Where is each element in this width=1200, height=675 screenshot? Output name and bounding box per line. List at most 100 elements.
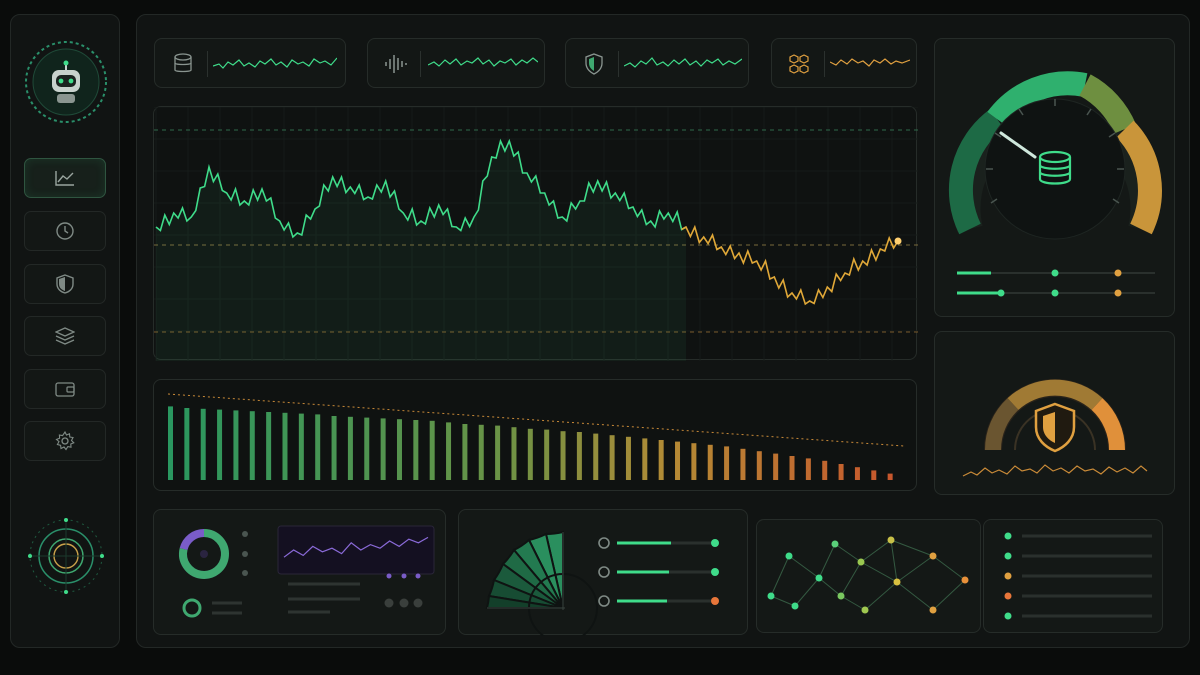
metric-chip-security[interactable] — [565, 38, 749, 88]
bar[interactable] — [380, 418, 386, 480]
bar[interactable] — [691, 443, 697, 480]
progress-list — [598, 537, 719, 607]
bar[interactable] — [675, 441, 681, 480]
shield-icon — [56, 274, 74, 294]
bar[interactable] — [266, 412, 272, 480]
bar[interactable] — [495, 425, 501, 480]
legend-list-panel[interactable] — [983, 519, 1163, 633]
progress-widgets — [485, 530, 719, 636]
bar-chart-panel[interactable] — [153, 379, 917, 491]
legend-dot — [1004, 552, 1012, 560]
legend-dot — [1004, 532, 1012, 540]
bar[interactable] — [609, 435, 615, 480]
data-point-latest[interactable] — [894, 237, 902, 245]
bar[interactable] — [658, 440, 664, 480]
bar[interactable] — [217, 409, 223, 480]
nav-settings[interactable] — [24, 421, 106, 461]
radar-widget[interactable] — [26, 516, 106, 596]
bar[interactable] — [593, 433, 599, 480]
bar[interactable] — [331, 416, 337, 480]
summary-panel[interactable] — [153, 509, 446, 635]
main-line-chart[interactable] — [153, 106, 918, 361]
bar[interactable] — [396, 419, 402, 480]
bar[interactable] — [429, 420, 435, 480]
bar[interactable] — [511, 427, 517, 480]
bar[interactable] — [887, 473, 893, 480]
bar[interactable] — [789, 456, 795, 480]
chip-divider — [824, 51, 825, 77]
layers-icon — [55, 327, 75, 345]
chip-divider — [420, 51, 421, 77]
sparkline — [213, 57, 337, 69]
legend-dot — [1004, 572, 1012, 580]
bar[interactable] — [168, 406, 173, 480]
bar[interactable] — [446, 422, 452, 480]
network-graph — [767, 536, 969, 614]
bar[interactable] — [805, 458, 811, 480]
progress-panel[interactable] — [458, 509, 748, 636]
bar[interactable] — [560, 431, 566, 480]
chip-divider — [207, 51, 208, 77]
bar[interactable] — [854, 467, 860, 480]
nav-analytics[interactable] — [24, 158, 106, 198]
bar[interactable] — [740, 448, 746, 480]
database-gauge-panel[interactable] — [934, 38, 1175, 317]
bar[interactable] — [298, 413, 304, 480]
radar-icon — [28, 518, 104, 594]
hexagon-cluster-icon — [789, 54, 809, 74]
bar[interactable] — [233, 410, 239, 480]
bar[interactable] — [184, 408, 190, 480]
bar[interactable] — [871, 470, 877, 480]
bar[interactable] — [347, 416, 353, 480]
line-area-fill — [156, 141, 686, 361]
security-gauge-panel[interactable] — [934, 331, 1175, 495]
metric-chip-database[interactable] — [154, 38, 346, 88]
bar[interactable] — [642, 438, 648, 480]
sparkline — [428, 57, 538, 67]
chip-divider — [618, 51, 619, 77]
sparkline — [624, 57, 742, 68]
nav-security[interactable] — [24, 264, 106, 304]
bar[interactable] — [756, 451, 762, 480]
metric-chip-network[interactable] — [771, 38, 917, 88]
gear-icon — [55, 431, 75, 451]
bar[interactable] — [413, 420, 419, 480]
nav-layers[interactable] — [24, 316, 106, 356]
robot-icon — [25, 41, 107, 123]
bar[interactable] — [838, 464, 844, 480]
bar[interactable] — [478, 424, 484, 480]
bar[interactable] — [249, 411, 255, 480]
bar[interactable] — [707, 444, 713, 480]
bar[interactable] — [625, 436, 631, 480]
shield-icon — [1034, 402, 1076, 453]
bar[interactable] — [527, 428, 533, 480]
nav-wallet[interactable] — [24, 369, 106, 409]
database-icon — [174, 53, 192, 73]
trend-line — [167, 393, 905, 447]
network-panel[interactable] — [756, 519, 981, 633]
bar[interactable] — [724, 446, 730, 480]
legend-dot — [1004, 612, 1012, 620]
summary-widgets — [179, 525, 435, 618]
avatar[interactable] — [24, 40, 108, 124]
bar[interactable] — [200, 408, 206, 480]
series-line-forecast — [681, 224, 899, 306]
bar[interactable] — [773, 453, 779, 480]
bar-chart — [167, 393, 905, 480]
nav-history[interactable] — [24, 211, 106, 251]
bar[interactable] — [544, 429, 550, 480]
bar[interactable] — [462, 424, 468, 480]
bar[interactable] — [576, 432, 582, 480]
bar[interactable] — [822, 460, 828, 480]
database-gauge — [948, 71, 1162, 297]
sparkline — [830, 58, 910, 67]
legend-dot — [1004, 592, 1012, 600]
line-chart — [154, 107, 918, 361]
gauge-sliders[interactable] — [957, 269, 1155, 297]
bar[interactable] — [364, 417, 370, 480]
bar[interactable] — [282, 412, 288, 480]
metric-chip-signal[interactable] — [367, 38, 545, 88]
legend-list — [1004, 532, 1152, 620]
line-chart-icon — [55, 171, 74, 186]
bar[interactable] — [315, 414, 321, 480]
